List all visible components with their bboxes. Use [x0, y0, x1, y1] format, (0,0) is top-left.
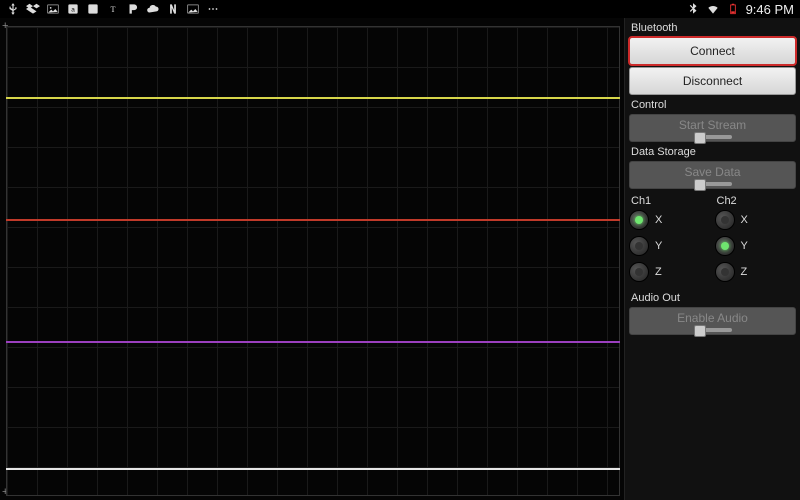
control-panel: Bluetooth Connect Disconnect Control Sta…	[625, 18, 800, 500]
wifi-icon	[706, 2, 720, 16]
menu-icon	[206, 2, 220, 16]
clock: 9:46 PM	[746, 2, 794, 17]
enable-audio-label: Enable Audio	[677, 311, 748, 325]
save-data-button[interactable]: Save Data	[629, 161, 796, 189]
ch1-y-label: Y	[655, 240, 662, 252]
battery-icon	[726, 2, 740, 16]
signal-plot: + +	[0, 18, 625, 500]
picture-icon	[46, 2, 60, 16]
ch2-z-radio[interactable]	[715, 262, 735, 282]
disconnect-button[interactable]: Disconnect	[629, 67, 796, 95]
save-slider	[694, 182, 732, 186]
ch1-header: Ch1	[629, 195, 711, 207]
storage-label: Data Storage	[629, 144, 796, 159]
save-data-label: Save Data	[684, 165, 740, 179]
bluetooth-icon	[686, 2, 700, 16]
ch2-x-label: X	[741, 214, 748, 226]
trace-4	[6, 468, 620, 470]
usb-icon	[6, 2, 20, 16]
start-stream-button[interactable]: Start Stream	[629, 114, 796, 142]
control-label: Control	[629, 97, 796, 112]
status-bar: a T 9:46 PM	[0, 0, 800, 18]
svg-text:a: a	[71, 6, 75, 13]
start-stream-label: Start Stream	[679, 118, 746, 132]
ch1-x-radio[interactable]	[629, 210, 649, 230]
audio-slider	[694, 328, 732, 332]
ch2-y-label: Y	[741, 240, 748, 252]
app-icon-1	[86, 2, 100, 16]
ch1-z-radio[interactable]	[629, 262, 649, 282]
trace-3	[6, 341, 620, 343]
ch2-y-radio[interactable]	[715, 236, 735, 256]
ch2-header: Ch2	[715, 195, 797, 207]
bluetooth-label: Bluetooth	[629, 20, 796, 35]
ch1-z-label: Z	[655, 266, 662, 278]
netflix-icon	[166, 2, 180, 16]
notification-icons: a T	[6, 2, 220, 16]
ch2-z-label: Z	[741, 266, 748, 278]
picture-icon-2	[186, 2, 200, 16]
ch1-y-radio[interactable]	[629, 236, 649, 256]
ch1-x-label: X	[655, 214, 662, 226]
audio-label: Audio Out	[629, 290, 796, 305]
connect-button[interactable]: Connect	[629, 37, 796, 65]
trace-1	[6, 97, 620, 99]
amazon-icon: a	[66, 2, 80, 16]
stream-slider	[694, 135, 732, 139]
svg-text:T: T	[111, 5, 116, 14]
cloud-icon	[146, 2, 160, 16]
pandora-icon	[126, 2, 140, 16]
ch2-x-radio[interactable]	[715, 210, 735, 230]
dropbox-icon	[26, 2, 40, 16]
trace-2	[6, 219, 620, 221]
enable-audio-button[interactable]: Enable Audio	[629, 307, 796, 335]
nyt-icon: T	[106, 2, 120, 16]
